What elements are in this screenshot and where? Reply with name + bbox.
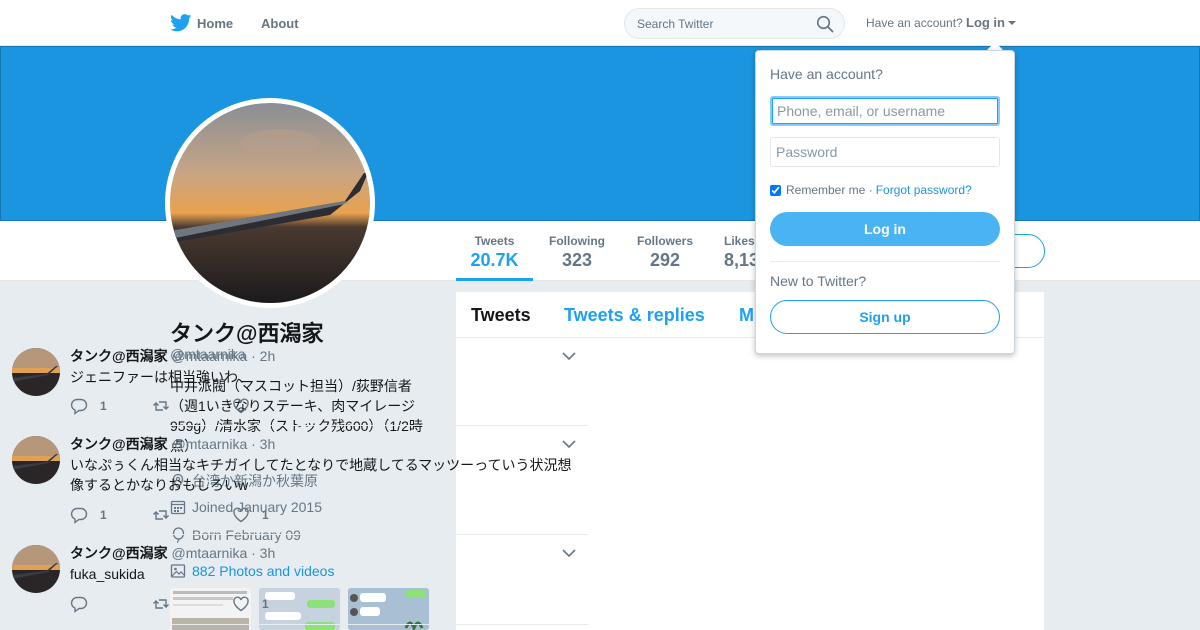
reply-icon	[70, 398, 88, 415]
tweet-text: いなぷぅくん相当なキチガイしてたとなりで地蔵してるマッツーっていう状況想像すると…	[70, 457, 572, 493]
like-button[interactable]: 1	[232, 506, 269, 524]
tweet-author-handle[interactable]: @mtaarnika	[172, 348, 248, 364]
tweet-author-handle[interactable]: @mtaarnika	[172, 436, 248, 452]
tweet-header: タンク@西潟家 @mtaarnika · 2h	[70, 346, 275, 366]
chevron-down-icon[interactable]	[562, 439, 576, 449]
login-button[interactable]: Log in	[770, 212, 1000, 246]
login-dropdown-toggle[interactable]: Log in	[966, 15, 1016, 30]
reply-icon	[70, 596, 88, 613]
profile-avatar[interactable]	[165, 98, 375, 308]
stat-value: 292	[649, 250, 681, 270]
retweet-button[interactable]	[152, 506, 182, 524]
tweet-avatar[interactable]	[12, 545, 60, 593]
stat-following[interactable]: Following 323	[540, 221, 614, 281]
tweet-avatar[interactable]	[12, 348, 60, 396]
tweet-header: タンク@西潟家 @mtaarnika · 3h	[70, 434, 275, 454]
login-dropdown: Have an account? Remember me · Forgot pa…	[755, 50, 1015, 354]
like-count: 1	[262, 508, 269, 522]
heart-icon	[233, 398, 249, 414]
like-button[interactable]: 1	[232, 595, 269, 613]
tweet-timestamp[interactable]: · 3h	[251, 436, 275, 452]
retweet-button[interactable]	[152, 595, 182, 613]
search-icon[interactable]	[816, 15, 834, 33]
chevron-down-icon[interactable]	[562, 548, 576, 558]
retweet-button[interactable]	[152, 397, 182, 415]
nav-home-label: Home	[197, 15, 234, 31]
like-button[interactable]	[232, 397, 262, 415]
tweet-text: fuka_sukida	[70, 566, 145, 582]
forgot-password-link[interactable]: Forgot password?	[876, 183, 972, 197]
twitter-bird-icon	[170, 14, 192, 32]
nav-home-link[interactable]: Home	[170, 0, 233, 46]
password-field[interactable]	[770, 137, 1000, 167]
tab-tweets[interactable]: Tweets	[471, 305, 531, 326]
stat-label: Following	[549, 234, 605, 248]
reply-button[interactable]	[70, 595, 100, 613]
reply-button[interactable]: 1	[70, 397, 107, 415]
tweet-header: タンク@西潟家 @mtaarnika · 3h	[70, 543, 275, 563]
retweet-icon	[153, 510, 169, 520]
remember-me-label[interactable]: Remember me ·	[786, 183, 873, 197]
tab-media[interactable]: M	[739, 305, 754, 326]
new-to-twitter-text: New to Twitter?	[770, 273, 867, 289]
tweet-author-name[interactable]: タンク@西潟家	[70, 545, 168, 561]
remember-me-row: Remember me · Forgot password?	[770, 183, 972, 197]
reply-count: 1	[100, 399, 107, 413]
tweet-timestamp[interactable]: · 2h	[251, 348, 275, 364]
tab-tweets-replies[interactable]: Tweets & replies	[564, 305, 705, 326]
tweet[interactable]: タンク@西潟家 @mtaarnika · 3h いなぷぅくん相当なキチガイしてた…	[0, 426, 588, 535]
have-account-text: Have an account?	[866, 16, 963, 30]
stat-value: 20.7K	[470, 250, 519, 270]
avatar-image	[170, 103, 370, 303]
tweet-text: ジェニファーは相当強いわ、	[70, 369, 252, 385]
tweet-author-name[interactable]: タンク@西潟家	[70, 436, 168, 452]
tweet-author-handle[interactable]: @mtaarnika	[172, 545, 248, 561]
username-field[interactable]	[770, 96, 1000, 126]
divider	[770, 261, 1000, 262]
stat-value: 323	[561, 250, 593, 270]
like-count: 1	[262, 597, 269, 611]
reply-button[interactable]: 1	[70, 506, 107, 524]
search-input[interactable]	[624, 8, 845, 39]
chevron-down-icon[interactable]	[562, 351, 576, 361]
heart-icon	[233, 507, 249, 523]
nav-about-link[interactable]: About	[261, 0, 299, 46]
tweet[interactable]: タンク@西潟家 @mtaarnika · 3h fuka_sukida 1	[0, 535, 588, 625]
reply-icon	[70, 507, 88, 524]
stat-label: Followers	[636, 234, 693, 248]
heart-icon	[233, 596, 249, 612]
stat-tweets[interactable]: Tweets 20.7K	[456, 221, 533, 281]
tweet-timestamp[interactable]: · 3h	[251, 545, 275, 561]
retweet-icon	[153, 599, 169, 609]
tweet-avatar[interactable]	[12, 436, 60, 484]
top-navigation: Home About Have an account? Log in	[0, 0, 1200, 46]
tweet-author-name[interactable]: タンク@西潟家	[70, 348, 168, 364]
caret-down-icon	[1008, 20, 1016, 25]
stat-label: Tweets	[474, 234, 515, 248]
retweet-icon	[153, 401, 169, 411]
reply-count: 1	[100, 508, 107, 522]
remember-me-checkbox[interactable]	[770, 184, 781, 196]
tweet[interactable]: タンク@西潟家 @mtaarnika · 2h ジェニファーは相当強いわ、 1	[0, 338, 588, 426]
login-link-label: Log in	[966, 15, 1005, 30]
signup-button[interactable]: Sign up	[770, 300, 1000, 334]
stat-followers[interactable]: Followers 292	[626, 221, 704, 281]
dropdown-title: Have an account?	[770, 66, 883, 82]
